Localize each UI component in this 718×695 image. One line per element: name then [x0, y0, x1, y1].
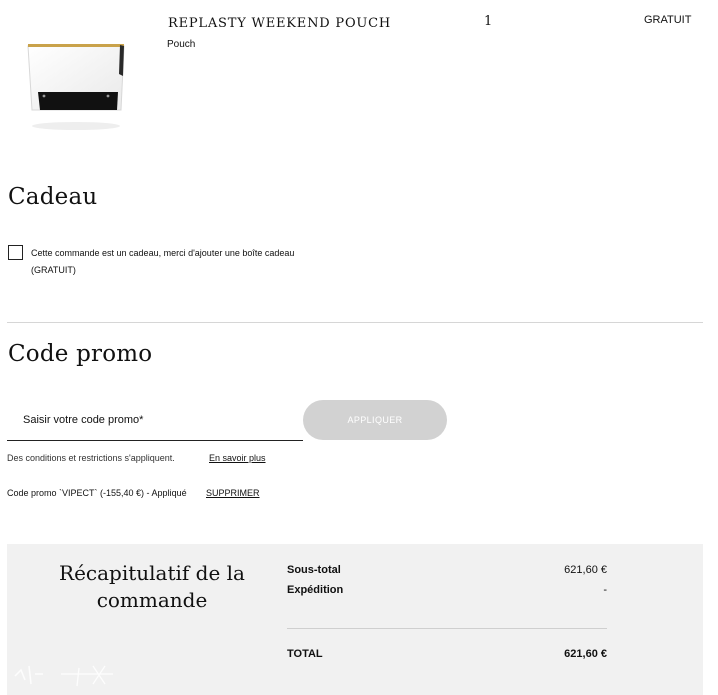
product-quantity: 1	[484, 14, 493, 29]
promo-input-wrapper	[7, 400, 303, 441]
promo-heading: Code promo	[8, 341, 153, 367]
total-value: 621,60 €	[564, 648, 607, 660]
promo-conditions-text: Des conditions et restrictions s'appliqu…	[7, 453, 175, 463]
gift-checkbox-label[interactable]: Cette commande est un cadeau, merci d'aj…	[31, 245, 331, 279]
gift-checkbox[interactable]	[8, 245, 23, 260]
promo-code-input[interactable]	[7, 400, 303, 440]
gift-label-line2: (GRATUIT)	[31, 265, 76, 275]
summary-title-line2: commande	[96, 588, 208, 612]
watermark-logo-icon	[14, 665, 113, 687]
product-type: Pouch	[167, 39, 196, 50]
product-image	[24, 38, 128, 134]
apply-promo-button[interactable]: APPLIQUER	[303, 400, 447, 440]
product-name: REPLASTY WEEKEND POUCH	[168, 16, 392, 31]
applied-promo-text: Code promo `VIPECT` (-155,40 €) - Appliq…	[7, 488, 187, 498]
subtotal-label: Sous-total	[287, 564, 341, 576]
summary-title-line1: Récapitulatif de la	[59, 561, 245, 585]
summary-title: Récapitulatif de la commande	[7, 560, 297, 614]
total-label: TOTAL	[287, 648, 323, 660]
gift-heading: Cadeau	[8, 184, 98, 210]
product-price: GRATUIT	[644, 14, 692, 26]
learn-more-link[interactable]: En savoir plus	[209, 453, 266, 463]
section-divider	[7, 322, 703, 323]
shipping-label: Expédition	[287, 584, 344, 596]
remove-promo-link[interactable]: SUPPRIMER	[206, 488, 260, 498]
subtotal-value: 621,60 €	[564, 564, 607, 576]
order-summary-panel: Récapitulatif de la commande Sous-total …	[7, 544, 703, 695]
summary-divider	[287, 628, 607, 629]
gift-label-line1: Cette commande est un cadeau, merci d'aj…	[31, 248, 295, 258]
shipping-value: -	[603, 584, 607, 596]
